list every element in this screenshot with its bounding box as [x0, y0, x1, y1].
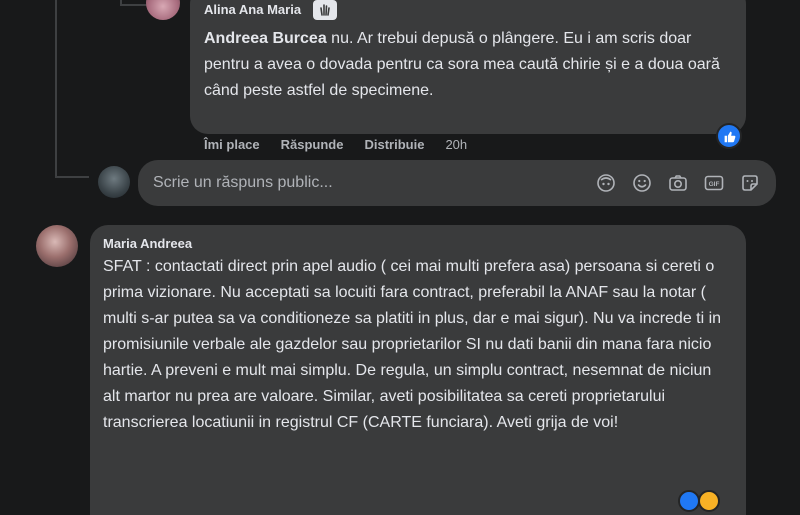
- gif-icon[interactable]: GIF: [702, 171, 726, 195]
- reply-placeholder: Scrie un răspuns public...: [153, 174, 333, 191]
- timestamp[interactable]: 20h: [445, 137, 467, 152]
- like-reaction-icon[interactable]: [678, 490, 700, 512]
- current-user-avatar[interactable]: [98, 166, 130, 198]
- reply-link[interactable]: Răspunde: [281, 137, 344, 152]
- avatar[interactable]: [36, 225, 78, 267]
- comment-author[interactable]: Maria Andreea: [103, 236, 733, 251]
- emoji-icon[interactable]: [630, 171, 654, 195]
- avatar[interactable]: [146, 0, 180, 20]
- camera-icon[interactable]: [666, 171, 690, 195]
- comment-actions: Îmi place Răspunde Distribuie 20h: [204, 137, 467, 152]
- thread-line: [55, 0, 57, 178]
- hand-wave-icon: [313, 0, 338, 20]
- comment-text: Andreea Burcea nu. Ar trebui depusă o pl…: [204, 26, 724, 104]
- comment-text: SFAT : contactati direct prin apel audio…: [103, 258, 722, 431]
- care-reaction-icon[interactable]: [698, 490, 720, 512]
- mention-link[interactable]: Andreea Burcea: [204, 30, 327, 47]
- like-link[interactable]: Îmi place: [204, 137, 260, 152]
- reply-input[interactable]: Scrie un răspuns public... GIF: [138, 160, 776, 206]
- comment-author[interactable]: Alina Ana Maria: [204, 2, 301, 17]
- thread-line: [120, 4, 148, 6]
- comment-bubble: Maria Andreea SFAT : contactati direct p…: [90, 225, 746, 515]
- like-reaction-icon[interactable]: [716, 123, 742, 149]
- sticker-icon[interactable]: [738, 171, 762, 195]
- reply-comment-bubble: Alina Ana Maria Andreea Burcea nu. Ar tr…: [190, 0, 746, 134]
- avatar-sticker-icon[interactable]: [594, 171, 618, 195]
- share-link[interactable]: Distribuie: [364, 137, 424, 152]
- reply-tools: GIF: [594, 171, 762, 195]
- thread-line: [55, 176, 89, 178]
- svg-text:GIF: GIF: [709, 181, 720, 188]
